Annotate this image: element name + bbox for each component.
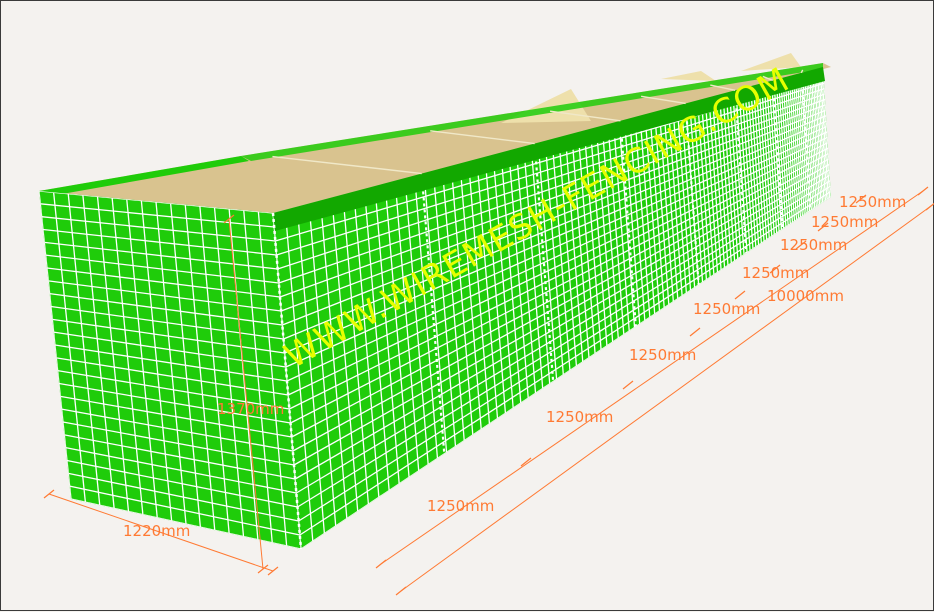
segment-label-5: 1250mm	[742, 264, 809, 282]
segment-label-2: 1250mm	[546, 408, 613, 426]
segment-label-1: 1250mm	[427, 497, 494, 515]
segment-label-3: 1250mm	[629, 346, 696, 364]
sand-mound-2	[661, 71, 716, 81]
dimension-tick	[925, 202, 934, 211]
dimension-tick	[734, 290, 746, 300]
dimension-tick	[43, 489, 55, 499]
segment-label-7: 1250mm	[811, 213, 878, 231]
total-length-label: 10000mm	[767, 287, 844, 305]
barrier-front-face	[39, 191, 303, 550]
segment-label-8: 1250mm	[839, 193, 906, 211]
segment-label-6: 1250mm	[780, 236, 847, 254]
dimension-tick	[622, 380, 634, 390]
dimension-tick	[375, 559, 387, 569]
width-label: 1220mm	[123, 522, 190, 540]
dimension-tick	[917, 186, 929, 196]
dimension-tick	[689, 327, 701, 337]
diagram-canvas: 1220mm 1370mm 10000mm 1250mm 1250mm 1250…	[39, 53, 934, 596]
height-label: 1370mm	[217, 400, 284, 418]
hesco-barrier-diagram: 1220mm 1370mm 10000mm 1250mm 1250mm 1250…	[0, 0, 934, 611]
dimension-tick	[267, 566, 279, 576]
dimension-tick	[395, 586, 407, 596]
segment-label-4: 1250mm	[693, 300, 760, 318]
